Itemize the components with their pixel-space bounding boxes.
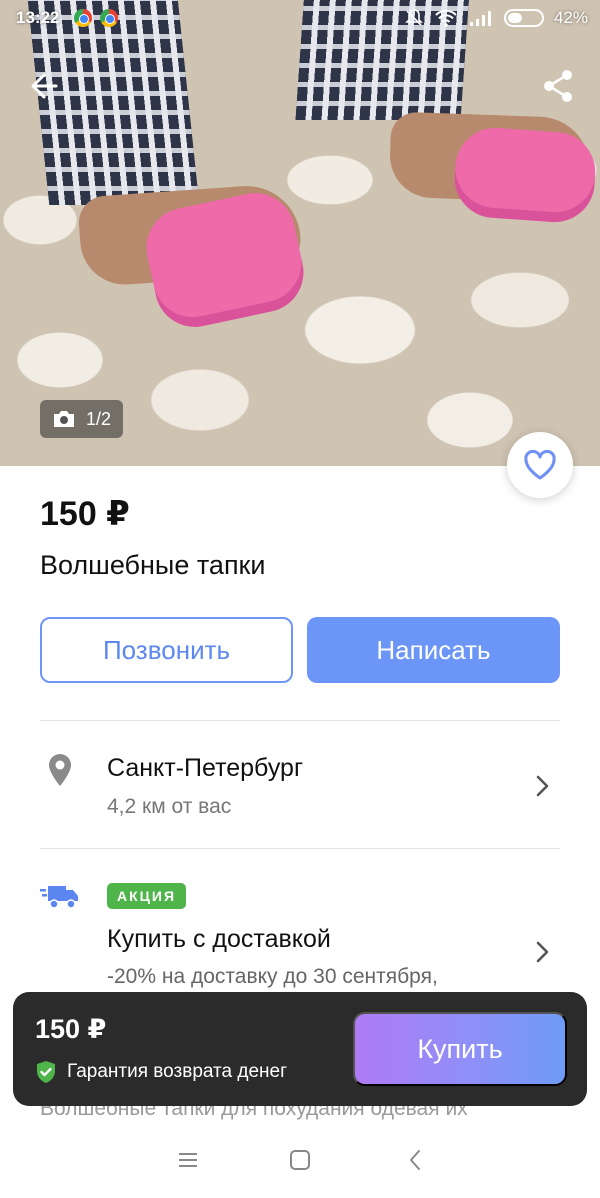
photo-counter: 1/2 [40, 400, 124, 438]
status-bar: 13:22 42% [0, 0, 600, 38]
chrome-icon [100, 9, 118, 27]
location-pin-icon [49, 754, 71, 786]
home-square-icon[interactable] [288, 1148, 312, 1172]
system-nav-bar [0, 1120, 600, 1198]
photo-counter-text: 1/2 [86, 408, 112, 429]
battery-level: 42% [553, 8, 588, 27]
money-back-guarantee[interactable]: Гарантия возврата денег [35, 1060, 287, 1084]
status-indicators: 42% [404, 8, 588, 28]
call-button[interactable]: Позвонить [40, 617, 293, 683]
bell-muted-icon [405, 9, 423, 26]
delivery-truck-icon [40, 886, 78, 909]
arrow-left-icon[interactable] [26, 66, 66, 106]
buy-button[interactable]: Купить [353, 1012, 567, 1086]
chevron-right-icon [536, 941, 549, 963]
buy-bar: 150 ₽ Гарантия возврата денег Купить [13, 992, 587, 1106]
promo-badge: АКЦИЯ [107, 883, 187, 909]
camera-icon [54, 411, 74, 427]
location-city: Санкт-Петербург [107, 754, 304, 782]
divider [40, 720, 560, 721]
delivery-subtitle: -20% на доставку до 30 сентября, [107, 965, 438, 988]
location-distance: 4,2 км от вас [107, 795, 232, 818]
delivery-title: Купить с доставкой [107, 925, 331, 953]
menu-icon[interactable] [176, 1148, 200, 1172]
listing-price: 150 ₽ [40, 495, 130, 533]
back-triangle-icon[interactable] [404, 1148, 428, 1172]
signal-icon [469, 11, 491, 26]
photo-content-slipper [452, 125, 598, 225]
buy-bar-price: 150 ₽ [35, 1014, 107, 1044]
favorite-button[interactable] [507, 432, 573, 498]
heart-icon [524, 449, 556, 480]
chevron-right-icon [536, 775, 549, 797]
wifi-icon [435, 9, 457, 27]
listing-photo[interactable]: 13:22 42% 1/2 [0, 0, 600, 466]
chrome-icon [74, 9, 92, 27]
shield-check-icon [37, 1061, 55, 1083]
guarantee-text: Гарантия возврата денег [67, 1061, 288, 1082]
divider [40, 848, 560, 849]
share-icon[interactable] [538, 66, 578, 106]
status-time: 13:22 [16, 8, 60, 27]
message-button[interactable]: Написать [307, 617, 560, 683]
battery-icon [503, 9, 544, 27]
listing-title: Волшебные тапки [40, 550, 266, 580]
